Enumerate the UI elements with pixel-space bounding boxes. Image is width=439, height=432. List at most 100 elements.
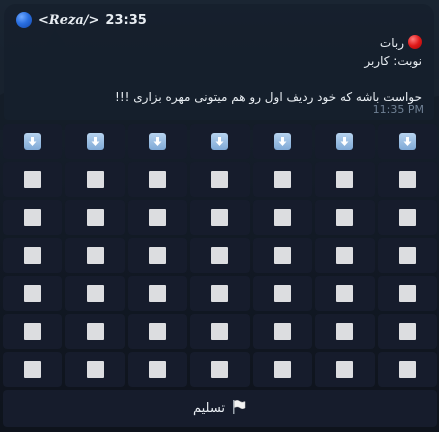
board-cell-button[interactable] <box>377 352 437 387</box>
board-row <box>3 314 437 349</box>
white-square-icon <box>273 247 291 264</box>
white-square-icon <box>24 285 42 302</box>
drop-column-button[interactable] <box>190 124 250 159</box>
board-cell-button[interactable] <box>127 314 188 349</box>
white-square-icon <box>24 247 42 264</box>
board-cell-button[interactable] <box>3 200 63 235</box>
white-square-icon <box>336 209 354 226</box>
drop-column-button[interactable] <box>127 124 188 159</box>
white-square-icon <box>398 209 416 226</box>
board-row <box>3 352 437 387</box>
header-time: 23:35 <box>105 12 147 28</box>
board-cell-button[interactable] <box>377 238 437 273</box>
board-cell-button[interactable] <box>190 352 250 387</box>
board-cell-button[interactable] <box>3 162 63 197</box>
board-cell-button[interactable] <box>315 276 375 311</box>
white-square-icon <box>398 247 416 264</box>
board-cell-button[interactable] <box>377 276 437 311</box>
bot-message: <Reza/> 23:35 ربات نوبت: کاربر حواست باش… <box>4 4 434 120</box>
white-square-icon <box>336 361 354 378</box>
board-cell-button[interactable] <box>3 352 63 387</box>
drop-column-button[interactable] <box>377 124 437 159</box>
white-square-icon <box>149 361 167 378</box>
hint-line: حواست باشه که خود ردیف اول رو هم میتونی … <box>115 90 422 104</box>
down-arrow-icon <box>149 133 167 150</box>
board-row <box>3 162 437 197</box>
drop-column-button[interactable] <box>3 124 63 159</box>
down-arrow-icon <box>211 133 229 150</box>
board-cell-button[interactable] <box>190 162 250 197</box>
board-cell-button[interactable] <box>190 314 250 349</box>
drop-column-button[interactable] <box>65 124 125 159</box>
white-square-icon <box>336 323 354 340</box>
white-square-icon <box>211 247 229 264</box>
white-square-icon <box>211 171 229 188</box>
board-cell-button[interactable] <box>127 162 188 197</box>
turn-line: نوبت: کاربر <box>364 54 422 68</box>
board-cell-button[interactable] <box>377 314 437 349</box>
white-square-icon <box>86 361 104 378</box>
white-square-icon <box>211 323 229 340</box>
board-grid <box>3 162 437 387</box>
board-cell-button[interactable] <box>65 352 125 387</box>
white-square-icon <box>86 285 104 302</box>
board-cell-button[interactable] <box>252 276 313 311</box>
board-cell-button[interactable] <box>190 238 250 273</box>
white-square-icon <box>24 171 42 188</box>
white-square-icon <box>86 171 104 188</box>
white-square-icon <box>336 285 354 302</box>
drop-row <box>3 124 437 159</box>
board-cell-button[interactable] <box>127 200 188 235</box>
board-cell-button[interactable] <box>127 238 188 273</box>
board-cell-button[interactable] <box>65 314 125 349</box>
board-cell-button[interactable] <box>315 200 375 235</box>
white-square-icon <box>398 171 416 188</box>
game-keyboard: تسلیم <box>3 124 437 427</box>
board-cell-button[interactable] <box>377 200 437 235</box>
board-cell-button[interactable] <box>252 238 313 273</box>
white-square-icon <box>398 361 416 378</box>
board-cell-button[interactable] <box>65 162 125 197</box>
board-cell-button[interactable] <box>377 162 437 197</box>
white-square-icon <box>211 361 229 378</box>
surrender-button[interactable]: تسلیم <box>3 390 437 427</box>
white-square-icon <box>273 323 291 340</box>
white-square-icon <box>273 285 291 302</box>
board-cell-button[interactable] <box>252 200 313 235</box>
board-cell-button[interactable] <box>127 276 188 311</box>
board-cell-button[interactable] <box>315 162 375 197</box>
board-cell-button[interactable] <box>315 238 375 273</box>
white-square-icon <box>24 361 42 378</box>
white-square-icon <box>149 323 167 340</box>
board-cell-button[interactable] <box>65 200 125 235</box>
down-arrow-icon <box>86 133 104 150</box>
message-title: ربات <box>379 36 404 50</box>
board-cell-button[interactable] <box>65 238 125 273</box>
board-cell-button[interactable] <box>252 162 313 197</box>
down-arrow-icon <box>24 133 42 150</box>
board-row <box>3 200 437 235</box>
white-square-icon <box>24 209 42 226</box>
board-cell-button[interactable] <box>127 352 188 387</box>
board-cell-button[interactable] <box>3 276 63 311</box>
white-square-icon <box>86 209 104 226</box>
board-cell-button[interactable] <box>315 352 375 387</box>
board-cell-button[interactable] <box>252 314 313 349</box>
message-timestamp: 11:35 PM <box>372 103 424 116</box>
board-cell-button[interactable] <box>3 314 63 349</box>
white-square-icon <box>398 323 416 340</box>
drop-column-button[interactable] <box>252 124 313 159</box>
board-cell-button[interactable] <box>252 352 313 387</box>
board-cell-button[interactable] <box>190 276 250 311</box>
blue-circle-icon <box>16 12 32 28</box>
board-cell-button[interactable] <box>3 238 63 273</box>
drop-column-button[interactable] <box>315 124 375 159</box>
message-text: ربات نوبت: کاربر حواست باشه که خود ردیف … <box>22 34 422 106</box>
board-cell-button[interactable] <box>65 276 125 311</box>
white-square-icon <box>86 247 104 264</box>
white-square-icon <box>149 247 167 264</box>
white-flag-icon <box>231 399 247 419</box>
board-cell-button[interactable] <box>315 314 375 349</box>
board-cell-button[interactable] <box>190 200 250 235</box>
